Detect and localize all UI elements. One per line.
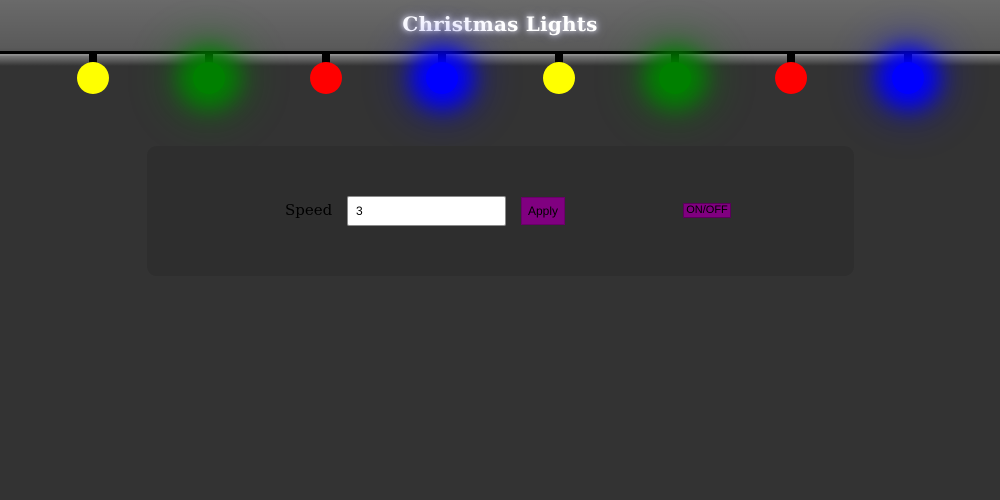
header-glow — [0, 54, 1000, 66]
light-bulb — [542, 54, 576, 94]
light-bulb — [309, 54, 343, 94]
speed-label: Speed — [285, 201, 333, 219]
speed-input[interactable] — [347, 196, 506, 226]
bulb-glass — [426, 62, 458, 94]
light-bulb — [774, 54, 808, 94]
bulb-glass — [543, 62, 575, 94]
bulb-glass — [310, 62, 342, 94]
light-bulb — [891, 54, 925, 94]
light-bulb — [192, 54, 226, 94]
light-string-wire — [0, 51, 1000, 54]
bulb-glass — [775, 62, 807, 94]
light-bulb — [76, 54, 110, 94]
bulb-glass — [892, 62, 924, 94]
bulb-glass — [193, 62, 225, 94]
light-bulb — [658, 54, 692, 94]
bulb-glass — [659, 62, 691, 94]
page-title: Christmas Lights — [402, 12, 598, 36]
light-bulb — [425, 54, 459, 94]
apply-button[interactable]: Apply — [521, 197, 565, 225]
on-off-button[interactable]: ON/OFF — [683, 203, 731, 218]
bulb-glass — [77, 62, 109, 94]
